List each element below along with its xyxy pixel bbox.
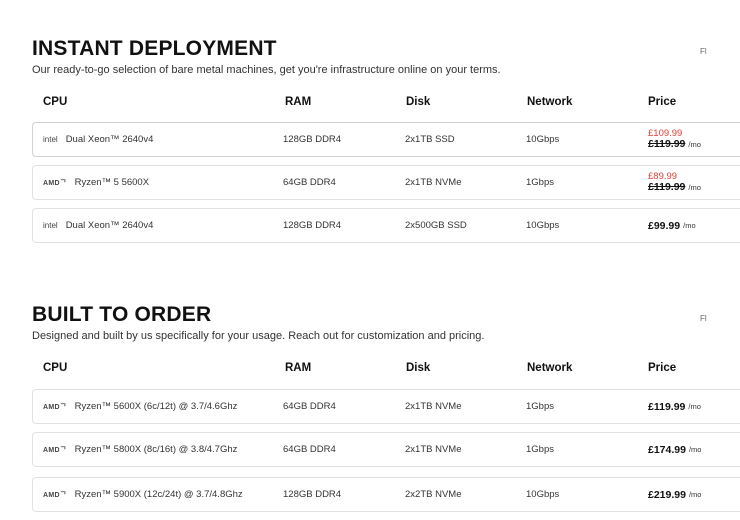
- header-ram: RAM: [285, 362, 312, 374]
- cpu-name: Ryzen™ 5900X (12c/24t) @ 3.7/4.8Ghz: [74, 489, 243, 500]
- price-cell: £219.99/mo: [648, 478, 701, 511]
- instant-side-label: Fl: [700, 47, 707, 56]
- ram-value: 64GB DDR4: [283, 444, 336, 455]
- price-cell: £99.99/mo: [648, 209, 696, 242]
- cpu-name: Ryzen™ 5800X (8c/16t) @ 3.8/4.7Ghz: [74, 444, 238, 455]
- price: £119.99: [648, 400, 686, 413]
- cpu-cell: AMDᄀ Ryzen™ 5800X (8c/16t) @ 3.8/4.7Ghz: [43, 433, 237, 466]
- table-row[interactable]: AMDᄀ Ryzen™ 5800X (8c/16t) @ 3.8/4.7Ghz …: [32, 432, 740, 467]
- network-value: 1Gbps: [526, 177, 554, 188]
- old-price: £119.99: [648, 181, 686, 193]
- disk-value: 2x1TB NVMe: [405, 177, 462, 188]
- price-cell: £174.99/mo: [648, 433, 701, 466]
- cpu-name: Dual Xeon™ 2640v4: [65, 134, 154, 145]
- header-cpu: CPU: [43, 96, 68, 108]
- ram-value: 64GB DDR4: [283, 401, 336, 412]
- built-to-order-section: BUILT TO ORDER Designed and built by us …: [32, 303, 740, 343]
- built-to-order-subtitle: Designed and built by us specifically fo…: [32, 330, 485, 342]
- header-disk: Disk: [406, 362, 431, 374]
- amd-logo-icon: AMDᄀ: [43, 179, 67, 187]
- header-price: Price: [648, 96, 677, 108]
- table-header: CPU RAM Disk Network Price: [32, 88, 740, 118]
- network-value: 10Gbps: [526, 134, 560, 145]
- built-side-label: Fl: [700, 314, 707, 323]
- network-value: 10Gbps: [526, 489, 560, 500]
- price-cell: £89.99 £119.99/mo: [648, 166, 701, 199]
- ram-value: 128GB DDR4: [283, 134, 342, 145]
- amd-logo-icon: AMDᄀ: [43, 491, 67, 499]
- price-cell: £109.99 £119.99/mo: [648, 123, 701, 156]
- table-row[interactable]: AMDᄀ Ryzen™ 5600X (6c/12t) @ 3.7/4.6Ghz …: [32, 389, 740, 424]
- header-price: Price: [648, 362, 677, 374]
- header-cpu: CPU: [43, 362, 68, 374]
- disk-value: 2x2TB NVMe: [405, 489, 462, 500]
- network-value: 1Gbps: [526, 444, 554, 455]
- price-unit: /mo: [688, 445, 702, 454]
- instant-deployment-subtitle: Our ready-to-go selection of bare metal …: [32, 64, 501, 76]
- price: £174.99: [648, 443, 686, 456]
- intel-logo-icon: intel: [43, 221, 58, 230]
- amd-logo-icon: AMDᄀ: [43, 403, 67, 411]
- amd-logo-icon: AMDᄀ: [43, 446, 67, 454]
- cpu-name: Ryzen™ 5 5600X: [74, 177, 150, 188]
- disk-value: 2x500GB SSD: [405, 220, 467, 231]
- cpu-cell: intel Dual Xeon™ 2640v4: [43, 209, 153, 242]
- header-disk: Disk: [406, 96, 431, 108]
- ram-value: 128GB DDR4: [283, 220, 342, 231]
- price-unit: /mo: [688, 183, 701, 192]
- instant-deployment-title: INSTANT DEPLOYMENT: [32, 37, 277, 60]
- cpu-cell: intel Dual Xeon™ 2640v4: [43, 123, 153, 156]
- disk-value: 2x1TB NVMe: [405, 444, 462, 455]
- table-row[interactable]: intel Dual Xeon™ 2640v4 128GB DDR4 2x500…: [32, 208, 740, 243]
- cpu-cell: AMDᄀ Ryzen™ 5 5600X: [43, 166, 149, 199]
- disk-value: 2x1TB NVMe: [405, 401, 462, 412]
- price: £99.99: [648, 219, 681, 232]
- instant-table: CPU RAM Disk Network Price intel Dual Xe…: [32, 88, 740, 251]
- price-unit: /mo: [688, 140, 701, 149]
- ram-value: 128GB DDR4: [283, 489, 342, 500]
- price-unit: /mo: [688, 402, 701, 411]
- price: £219.99: [648, 488, 686, 501]
- cpu-cell: AMDᄀ Ryzen™ 5600X (6c/12t) @ 3.7/4.6Ghz: [43, 390, 237, 423]
- table-row[interactable]: intel Dual Xeon™ 2640v4 128GB DDR4 2x1TB…: [32, 122, 740, 157]
- built-table: CPU RAM Disk Network Price AMDᄀ Ryzen™ 5…: [32, 354, 740, 520]
- built-to-order-title: BUILT TO ORDER: [32, 303, 212, 326]
- disk-value: 2x1TB SSD: [405, 134, 455, 145]
- price-cell: £119.99/mo: [648, 390, 701, 423]
- header-network: Network: [527, 362, 573, 374]
- table-row[interactable]: AMDᄀ Ryzen™ 5 5600X 64GB DDR4 2x1TB NVMe…: [32, 165, 740, 200]
- header-network: Network: [527, 96, 573, 108]
- cpu-cell: AMDᄀ Ryzen™ 5900X (12c/24t) @ 3.7/4.8Ghz: [43, 478, 243, 511]
- table-header: CPU RAM Disk Network Price: [32, 354, 740, 384]
- price-unit: /mo: [683, 221, 696, 230]
- header-ram: RAM: [285, 96, 312, 108]
- old-price: £119.99: [648, 138, 686, 150]
- cpu-name: Ryzen™ 5600X (6c/12t) @ 3.7/4.6Ghz: [74, 401, 238, 412]
- network-value: 1Gbps: [526, 401, 554, 412]
- price-unit: /mo: [688, 490, 702, 499]
- intel-logo-icon: intel: [43, 135, 58, 144]
- instant-deployment-section: INSTANT DEPLOYMENT Our ready-to-go selec…: [32, 37, 740, 77]
- cpu-name: Dual Xeon™ 2640v4: [65, 220, 154, 231]
- network-value: 10Gbps: [526, 220, 560, 231]
- ram-value: 64GB DDR4: [283, 177, 336, 188]
